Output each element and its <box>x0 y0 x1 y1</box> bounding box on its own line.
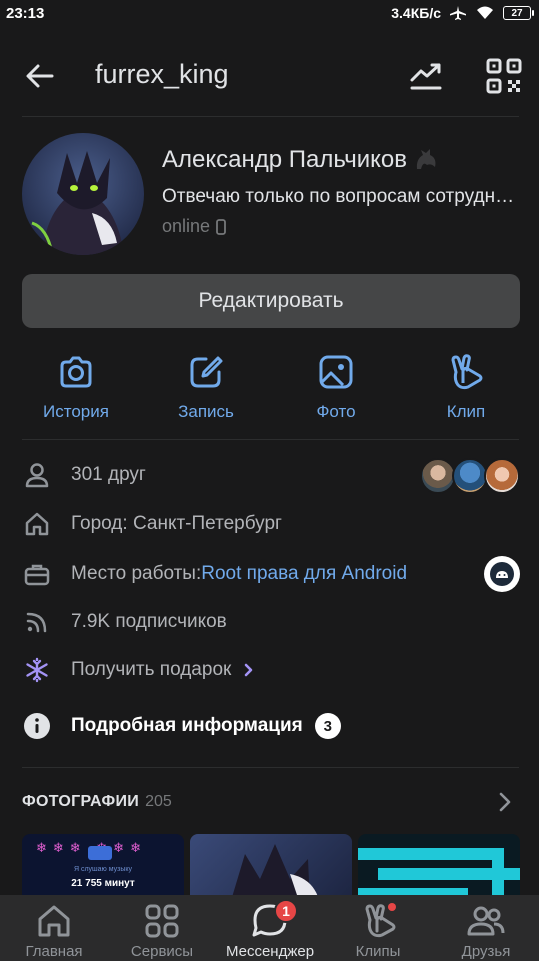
profile-name-row: Александр Пальчиков <box>162 146 439 174</box>
qr-code-icon[interactable] <box>484 56 524 96</box>
photos-header[interactable]: ФОТОГРАФИИ 205 <box>22 790 520 814</box>
work-label: Место работы: <box>71 563 202 584</box>
friends-count: 301 друг <box>71 464 146 485</box>
actions-divider <box>22 439 519 440</box>
tab-services-label: Сервисы <box>130 943 194 960</box>
header-divider <box>22 116 519 117</box>
info-icon <box>24 713 50 739</box>
profile-name: Александр Пальчиков <box>162 146 408 173</box>
profile-status[interactable]: Отвечаю только по вопросам сотрудничеств… <box>162 186 517 208</box>
snowflake-icon <box>26 657 48 683</box>
network-speed: 3.4КБ/с <box>391 5 441 21</box>
action-story[interactable]: История <box>21 348 131 422</box>
friends-avatars[interactable] <box>420 458 520 494</box>
airplane-icon <box>450 6 466 20</box>
friend-avatar <box>420 458 456 494</box>
city-text: Город: Санкт-Петербург <box>71 513 282 534</box>
work-row: Место работы: Root права для Android <box>22 554 520 594</box>
tab-messenger[interactable]: Мессенджер 1 <box>216 895 324 961</box>
friend-avatar <box>452 458 488 494</box>
gift-link: Получить подарок <box>71 659 232 680</box>
home-icon <box>38 905 70 937</box>
tab-clips[interactable]: Клипы <box>324 895 432 961</box>
profile-header: furrex_king <box>0 42 539 108</box>
clip-icon <box>451 354 483 390</box>
edit-profile-button[interactable]: Редактировать <box>22 274 520 328</box>
tab-friends-label: Друзья <box>461 943 511 960</box>
briefcase-icon <box>24 564 50 586</box>
dragon-emoji-icon <box>416 149 436 169</box>
online-status: online <box>162 216 226 237</box>
quick-actions: История Запись Фото Клип <box>0 348 539 428</box>
friend-avatar <box>484 458 520 494</box>
action-clip[interactable]: Клип <box>411 348 521 422</box>
clock: 23:13 <box>6 5 45 22</box>
rss-icon <box>26 612 47 633</box>
action-post-label: Запись <box>178 402 234 421</box>
action-photo[interactable]: Фото <box>281 348 391 422</box>
friends-icon <box>467 906 505 936</box>
tab-home[interactable]: Главная <box>0 895 108 961</box>
details-label: Подробная информация <box>71 715 303 736</box>
battery-icon: 27 <box>503 6 534 20</box>
work-link[interactable]: Root права для Android <box>201 563 407 585</box>
photo-thumbnail[interactable] <box>358 834 520 904</box>
wifi-icon <box>477 6 493 19</box>
services-icon <box>145 904 179 938</box>
status-icons: 3.4КБ/с 27 <box>391 5 534 21</box>
details-row[interactable]: Подробная информация 3 <box>22 706 520 746</box>
new-content-dot <box>388 903 396 911</box>
work-group-avatar[interactable] <box>484 556 520 592</box>
unread-badge: 1 <box>274 899 298 923</box>
android-icon <box>490 562 514 586</box>
action-post[interactable]: Запись <box>151 348 261 422</box>
photos-divider <box>22 767 519 768</box>
person-icon <box>25 463 49 488</box>
city-row: Город: Санкт-Петербург <box>22 504 520 544</box>
photo-caption: Я слушаю музыку <box>73 866 133 873</box>
photo-thumbnail[interactable]: ❄❄❄ ❄❄❄ Я слушаю музыку 21 755 минут <box>22 834 184 904</box>
tab-services[interactable]: Сервисы <box>108 895 216 961</box>
details-count-badge: 3 <box>314 713 341 739</box>
action-photo-label: Фото <box>316 402 356 421</box>
mobile-phone-icon <box>216 218 226 235</box>
chevron-right-icon <box>245 663 253 677</box>
chevron-right-icon <box>499 792 511 812</box>
statistics-icon[interactable] <box>406 58 446 94</box>
online-label: online <box>162 216 211 236</box>
bottom-tab-bar: Главная Сервисы Мессенджер 1 Клипы Друзь… <box>0 895 539 961</box>
photo-caption: 21 755 минут <box>71 878 135 889</box>
followers-count: 7.9K подписчиков <box>71 611 227 632</box>
camera-icon <box>60 356 92 388</box>
followers-row[interactable]: 7.9K подписчиков <box>22 602 520 642</box>
photo-thumbnail[interactable] <box>190 834 352 904</box>
gift-row[interactable]: Получить подарок <box>22 650 520 690</box>
status-bar: 23:13 3.4КБ/с 27 <box>0 0 539 28</box>
action-story-label: История <box>43 402 109 421</box>
action-clip-label: Клип <box>446 402 486 421</box>
photos-title: ФОТОГРАФИИ <box>22 793 140 810</box>
tab-friends[interactable]: Друзья <box>432 895 539 961</box>
tab-messenger-label: Мессенджер <box>225 943 315 960</box>
photos-count: 205 <box>145 793 172 810</box>
profile-avatar[interactable] <box>22 133 144 255</box>
tab-clips-label: Клипы <box>355 943 401 960</box>
tab-home-label: Главная <box>25 943 83 960</box>
image-icon <box>319 355 353 389</box>
profile-username: furrex_king <box>95 59 229 89</box>
home-icon <box>25 512 49 536</box>
back-arrow-icon[interactable] <box>22 58 58 94</box>
edit-icon <box>190 356 223 388</box>
